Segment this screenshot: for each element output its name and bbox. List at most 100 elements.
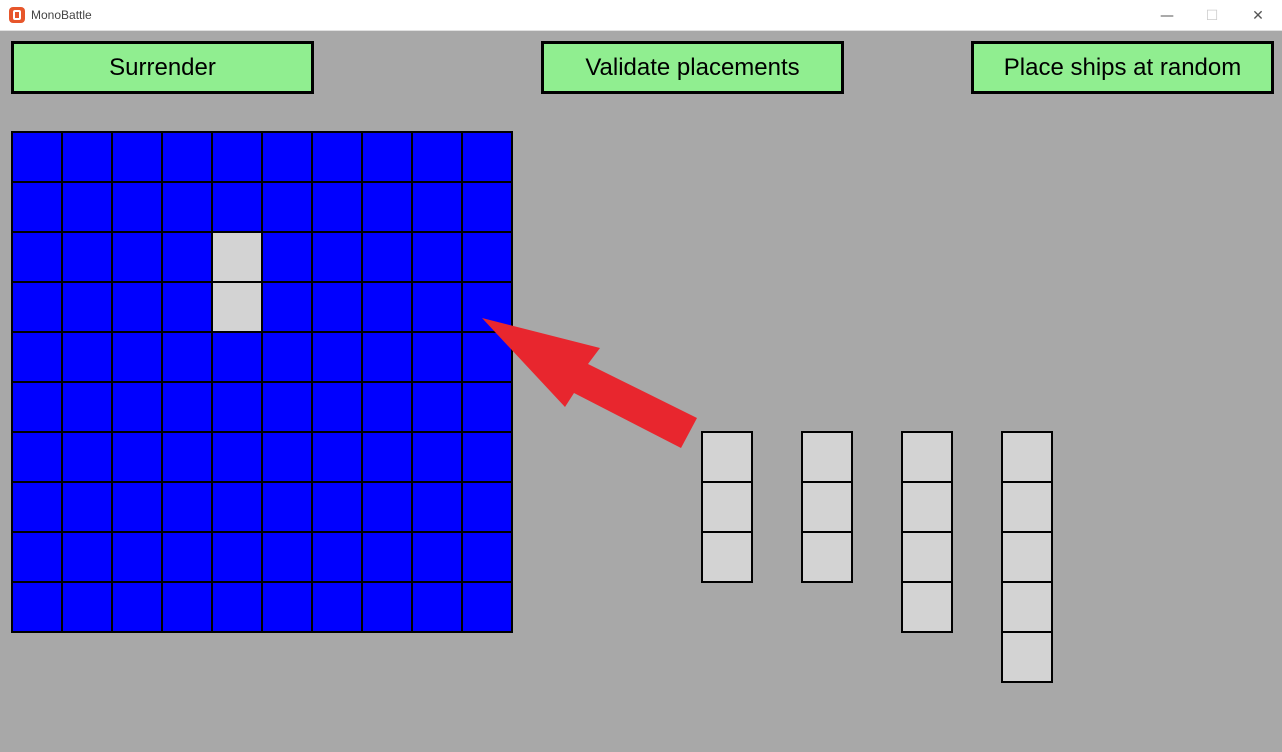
grid-cell-water[interactable] bbox=[311, 481, 363, 533]
place-ships-random-button[interactable]: Place ships at random bbox=[971, 41, 1274, 94]
grid-cell-water[interactable] bbox=[161, 281, 213, 333]
grid-cell-water[interactable] bbox=[461, 531, 513, 583]
validate-placements-button[interactable]: Validate placements bbox=[541, 41, 844, 94]
grid-cell-water[interactable] bbox=[11, 431, 63, 483]
grid-cell-water[interactable] bbox=[61, 481, 113, 533]
grid-cell-water[interactable] bbox=[61, 131, 113, 183]
grid-cell-water[interactable] bbox=[11, 231, 63, 283]
grid-cell-water[interactable] bbox=[11, 531, 63, 583]
grid-cell-water[interactable] bbox=[411, 531, 463, 583]
grid-cell-water[interactable] bbox=[411, 231, 463, 283]
maximize-button[interactable]: ☐ bbox=[1189, 0, 1235, 31]
grid-cell-water[interactable] bbox=[411, 431, 463, 483]
grid-cell-water[interactable] bbox=[361, 531, 413, 583]
grid-cell-water[interactable] bbox=[61, 281, 113, 333]
grid-cell-water[interactable] bbox=[161, 181, 213, 233]
grid-cell-water[interactable] bbox=[161, 431, 213, 483]
grid-cell-water[interactable] bbox=[61, 431, 113, 483]
grid-cell-water[interactable] bbox=[211, 331, 263, 383]
grid-cell-water[interactable] bbox=[311, 531, 363, 583]
grid-cell-water[interactable] bbox=[111, 531, 163, 583]
player-board-grid[interactable] bbox=[11, 131, 514, 633]
grid-cell-water[interactable] bbox=[361, 431, 413, 483]
grid-cell-water[interactable] bbox=[311, 131, 363, 183]
grid-cell-water[interactable] bbox=[111, 331, 163, 383]
grid-cell-water[interactable] bbox=[161, 381, 213, 433]
grid-cell-water[interactable] bbox=[361, 231, 413, 283]
grid-cell-water[interactable] bbox=[161, 531, 213, 583]
grid-cell-water[interactable] bbox=[261, 581, 313, 633]
grid-cell-water[interactable] bbox=[411, 581, 463, 633]
unplaced-ship[interactable] bbox=[801, 431, 853, 583]
grid-cell-water[interactable] bbox=[311, 581, 363, 633]
grid-cell-water[interactable] bbox=[211, 531, 263, 583]
grid-cell-water[interactable] bbox=[11, 581, 63, 633]
grid-cell-water[interactable] bbox=[411, 131, 463, 183]
grid-cell-water[interactable] bbox=[111, 381, 163, 433]
grid-cell-water[interactable] bbox=[361, 581, 413, 633]
grid-cell-water[interactable] bbox=[261, 231, 313, 283]
grid-cell-water[interactable] bbox=[61, 531, 113, 583]
grid-cell-water[interactable] bbox=[211, 131, 263, 183]
unplaced-ship[interactable] bbox=[1001, 431, 1053, 683]
grid-cell-water[interactable] bbox=[161, 231, 213, 283]
grid-cell-water[interactable] bbox=[411, 481, 463, 533]
grid-cell-ship[interactable] bbox=[211, 281, 263, 333]
surrender-button[interactable]: Surrender bbox=[11, 41, 314, 94]
grid-cell-water[interactable] bbox=[11, 281, 63, 333]
grid-cell-water[interactable] bbox=[411, 331, 463, 383]
grid-cell-water[interactable] bbox=[111, 581, 163, 633]
minimize-button[interactable]: — bbox=[1144, 0, 1190, 31]
grid-cell-water[interactable] bbox=[211, 431, 263, 483]
grid-cell-water[interactable] bbox=[61, 381, 113, 433]
grid-cell-water[interactable] bbox=[61, 231, 113, 283]
grid-cell-water[interactable] bbox=[311, 231, 363, 283]
grid-cell-water[interactable] bbox=[311, 331, 363, 383]
grid-cell-water[interactable] bbox=[211, 181, 263, 233]
grid-cell-water[interactable] bbox=[261, 531, 313, 583]
grid-cell-water[interactable] bbox=[261, 131, 313, 183]
grid-cell-water[interactable] bbox=[361, 281, 413, 333]
grid-cell-water[interactable] bbox=[211, 481, 263, 533]
grid-cell-water[interactable] bbox=[361, 331, 413, 383]
grid-cell-water[interactable] bbox=[211, 381, 263, 433]
grid-cell-water[interactable] bbox=[161, 581, 213, 633]
grid-cell-water[interactable] bbox=[461, 131, 513, 183]
grid-cell-water[interactable] bbox=[11, 331, 63, 383]
grid-cell-water[interactable] bbox=[111, 431, 163, 483]
grid-cell-water[interactable] bbox=[261, 481, 313, 533]
grid-cell-water[interactable] bbox=[211, 581, 263, 633]
grid-cell-water[interactable] bbox=[11, 481, 63, 533]
grid-cell-water[interactable] bbox=[361, 181, 413, 233]
grid-cell-water[interactable] bbox=[111, 131, 163, 183]
grid-cell-water[interactable] bbox=[111, 231, 163, 283]
grid-cell-water[interactable] bbox=[261, 431, 313, 483]
grid-cell-water[interactable] bbox=[161, 481, 213, 533]
grid-cell-water[interactable] bbox=[111, 481, 163, 533]
grid-cell-water[interactable] bbox=[311, 431, 363, 483]
grid-cell-water[interactable] bbox=[111, 281, 163, 333]
grid-cell-water[interactable] bbox=[11, 381, 63, 433]
grid-cell-water[interactable] bbox=[461, 181, 513, 233]
grid-cell-water[interactable] bbox=[161, 331, 213, 383]
grid-cell-water[interactable] bbox=[461, 481, 513, 533]
grid-cell-water[interactable] bbox=[261, 331, 313, 383]
grid-cell-water[interactable] bbox=[261, 281, 313, 333]
grid-cell-water[interactable] bbox=[461, 581, 513, 633]
grid-cell-water[interactable] bbox=[111, 181, 163, 233]
grid-cell-water[interactable] bbox=[311, 381, 363, 433]
grid-cell-water[interactable] bbox=[11, 181, 63, 233]
grid-cell-water[interactable] bbox=[361, 131, 413, 183]
grid-cell-water[interactable] bbox=[261, 381, 313, 433]
grid-cell-water[interactable] bbox=[411, 181, 463, 233]
grid-cell-water[interactable] bbox=[411, 281, 463, 333]
grid-cell-water[interactable] bbox=[311, 281, 363, 333]
close-button[interactable]: ✕ bbox=[1235, 0, 1281, 31]
unplaced-ship[interactable] bbox=[901, 431, 953, 633]
grid-cell-water[interactable] bbox=[11, 131, 63, 183]
grid-cell-water[interactable] bbox=[61, 331, 113, 383]
grid-cell-water[interactable] bbox=[161, 131, 213, 183]
grid-cell-water[interactable] bbox=[361, 381, 413, 433]
grid-cell-water[interactable] bbox=[361, 481, 413, 533]
grid-cell-water[interactable] bbox=[261, 181, 313, 233]
